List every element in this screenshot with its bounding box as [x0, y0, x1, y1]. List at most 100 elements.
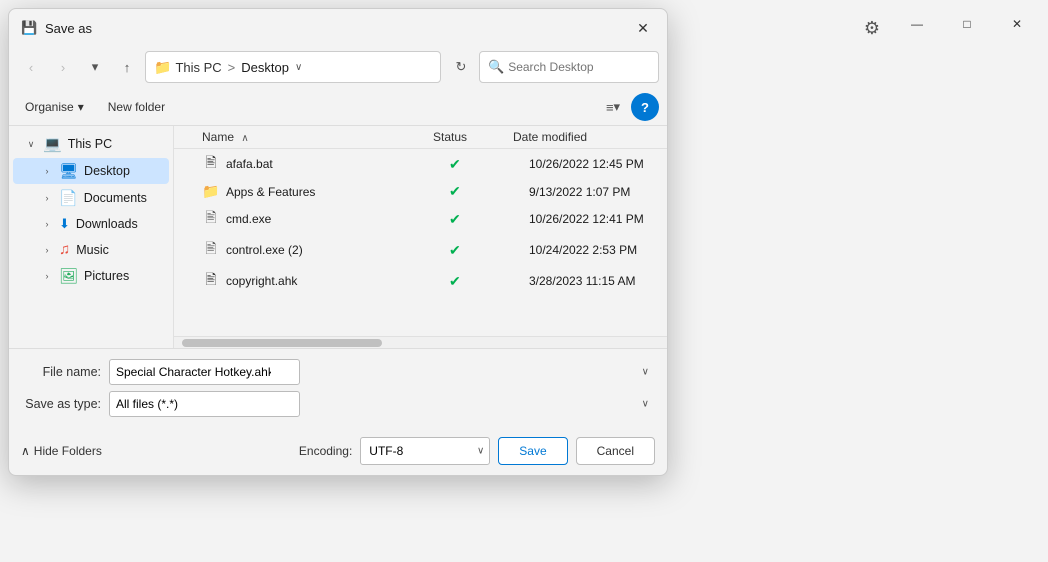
- address-bar[interactable]: 📁 This PC > Desktop ∨: [145, 51, 441, 83]
- settings-icon[interactable]: ⚙: [856, 12, 888, 44]
- sort-indicator: ∧: [241, 133, 248, 144]
- file-icon: 🖹: [202, 207, 220, 231]
- status-check-icon: ✔: [449, 183, 461, 200]
- save-as-dialog: 💾 Save as ✕ ‹ › ▾ ↑ 📁 This PC > Desktop …: [8, 8, 668, 476]
- thispc-expand-icon: ∨: [25, 139, 37, 150]
- filename-input[interactable]: [109, 359, 300, 385]
- file-status-cell: ✔: [449, 273, 529, 290]
- file-date-cell: 10/26/2022 12:45 PM: [529, 157, 659, 171]
- encoding-select[interactable]: UTF-8 UTF-16 ANSI: [360, 437, 490, 465]
- view-button[interactable]: ≡ ▾: [599, 93, 627, 121]
- address-crumb-desktop[interactable]: Desktop: [241, 60, 289, 75]
- hscroll-thumb[interactable]: [182, 339, 382, 347]
- filename-label: File name:: [21, 365, 101, 379]
- search-box[interactable]: 🔍: [479, 51, 659, 83]
- column-name[interactable]: Name ∧: [194, 130, 433, 144]
- desktop-expand-icon: ›: [41, 166, 53, 176]
- file-status-cell: ✔: [449, 242, 529, 259]
- savetype-input-wrapper: ∨: [109, 391, 655, 417]
- status-check-icon: ✔: [449, 242, 461, 259]
- file-name-cell: 📁 Apps & Features: [194, 183, 449, 200]
- savetype-input[interactable]: [109, 391, 300, 417]
- file-name-cell: 🖹 cmd.exe: [194, 207, 449, 231]
- sidebar: ∨ 💻 This PC › 🖥 Desktop › 📄 Documents › …: [9, 126, 174, 348]
- file-date-cell: 10/26/2022 12:41 PM: [529, 212, 659, 226]
- downloads-expand-icon: ›: [41, 219, 53, 229]
- file-row[interactable]: 🖹 cmd.exe ✔ 10/26/2022 12:41 PM: [174, 204, 667, 235]
- up-button[interactable]: ↑: [113, 53, 141, 81]
- sidebar-item-music[interactable]: › ♫ Music: [13, 237, 169, 262]
- sidebar-item-downloads[interactable]: › ⬇ Downloads: [13, 212, 169, 236]
- status-check-icon: ✔: [449, 156, 461, 173]
- filename-input-wrapper: ∨: [109, 359, 655, 385]
- back-button[interactable]: ‹: [17, 53, 45, 81]
- encoding-select-wrapper: UTF-8 UTF-16 ANSI ∨: [360, 437, 490, 465]
- file-name: control.exe (2): [226, 243, 303, 257]
- file-row[interactable]: 🖹 afafa.bat ✔ 10/26/2022 12:45 PM: [174, 149, 667, 180]
- horizontal-scrollbar[interactable]: [174, 336, 667, 348]
- address-crumb-thispc[interactable]: This PC: [175, 60, 221, 75]
- search-icon: 🔍: [488, 59, 504, 75]
- thispc-icon: 💻: [43, 135, 62, 153]
- file-name: Apps & Features: [226, 185, 315, 199]
- file-date-cell: 10/24/2022 2:53 PM: [529, 243, 659, 257]
- folder-icon: 📁: [202, 183, 220, 200]
- forward-button[interactable]: ›: [49, 53, 77, 81]
- refresh-button[interactable]: ↻: [447, 53, 475, 81]
- downloads-icon: ⬇: [59, 216, 70, 232]
- encoding-label: Encoding:: [299, 444, 352, 458]
- file-date-cell: 3/28/2023 11:15 AM: [529, 274, 659, 288]
- savetype-label: Save as type:: [21, 397, 101, 411]
- column-status[interactable]: Status: [433, 130, 513, 144]
- view-chevron-icon: ▾: [614, 99, 621, 115]
- maximize-button[interactable]: □: [944, 8, 990, 40]
- dialog-close-button[interactable]: ✕: [627, 14, 659, 42]
- toolbar: Organise ▾ New folder ≡ ▾ ?: [9, 89, 667, 125]
- filename-row: File name: ∨: [21, 359, 655, 385]
- file-list-header: Name ∧ Status Date modified: [174, 126, 667, 149]
- dropdown-button[interactable]: ▾: [81, 53, 109, 81]
- file-row[interactable]: 📁 Apps & Features ✔ 9/13/2022 1:07 PM: [174, 180, 667, 204]
- file-name: afafa.bat: [226, 157, 273, 171]
- file-icon: 🖹: [202, 152, 220, 176]
- file-name-cell: 🖹 copyright.ahk: [194, 269, 449, 293]
- new-folder-button[interactable]: New folder: [100, 96, 173, 118]
- sidebar-item-thispc[interactable]: ∨ 💻 This PC: [13, 131, 169, 157]
- search-input[interactable]: [508, 60, 650, 74]
- view-icon: ≡: [606, 100, 614, 115]
- status-check-icon: ✔: [449, 273, 461, 290]
- file-icon: 🖹: [202, 269, 220, 293]
- sidebar-item-pictures[interactable]: › 🖼 Pictures: [13, 263, 169, 289]
- savetype-chevron-icon: ∨: [642, 399, 649, 410]
- file-date-cell: 9/13/2022 1:07 PM: [529, 185, 659, 199]
- sidebar-item-desktop[interactable]: › 🖥 Desktop: [13, 158, 169, 184]
- background-topbar: ⚙ — □ ✕: [660, 0, 1048, 48]
- address-folder-icon: 📁: [154, 59, 171, 76]
- dialog-title-text: Save as: [45, 21, 92, 36]
- file-name-cell: 🖹 control.exe (2): [194, 238, 449, 262]
- minimize-button[interactable]: —: [894, 8, 940, 40]
- file-name: cmd.exe: [226, 212, 271, 226]
- background-window-controls: — □ ✕: [894, 8, 1040, 40]
- sidebar-item-documents[interactable]: › 📄 Documents: [13, 185, 169, 211]
- cancel-button[interactable]: Cancel: [576, 437, 655, 465]
- file-status-cell: ✔: [449, 156, 529, 173]
- thispc-label: This PC: [68, 137, 112, 151]
- desktop-label: Desktop: [84, 164, 130, 178]
- file-row[interactable]: 🖹 copyright.ahk ✔ 3/28/2023 11:15 AM: [174, 266, 667, 297]
- address-chevron-icon[interactable]: ∨: [293, 62, 304, 73]
- close-window-button[interactable]: ✕: [994, 8, 1040, 40]
- hide-folders-button[interactable]: ∧ Hide Folders: [21, 444, 102, 458]
- documents-icon: 📄: [59, 189, 78, 207]
- save-button[interactable]: Save: [498, 437, 567, 465]
- dialog-title-bar: 💾 Save as ✕: [9, 9, 667, 45]
- organise-button[interactable]: Organise ▾: [17, 96, 92, 118]
- file-row[interactable]: 🖹 control.exe (2) ✔ 10/24/2022 2:53 PM: [174, 235, 667, 266]
- file-list: Name ∧ Status Date modified 🖹 afafa.bat: [174, 126, 667, 336]
- title-bar-left: 💾 Save as: [21, 20, 92, 36]
- pictures-expand-icon: ›: [41, 271, 53, 281]
- file-status-cell: ✔: [449, 183, 529, 200]
- help-button[interactable]: ?: [631, 93, 659, 121]
- column-date[interactable]: Date modified: [513, 130, 643, 144]
- desktop-icon: 🖥: [59, 162, 78, 180]
